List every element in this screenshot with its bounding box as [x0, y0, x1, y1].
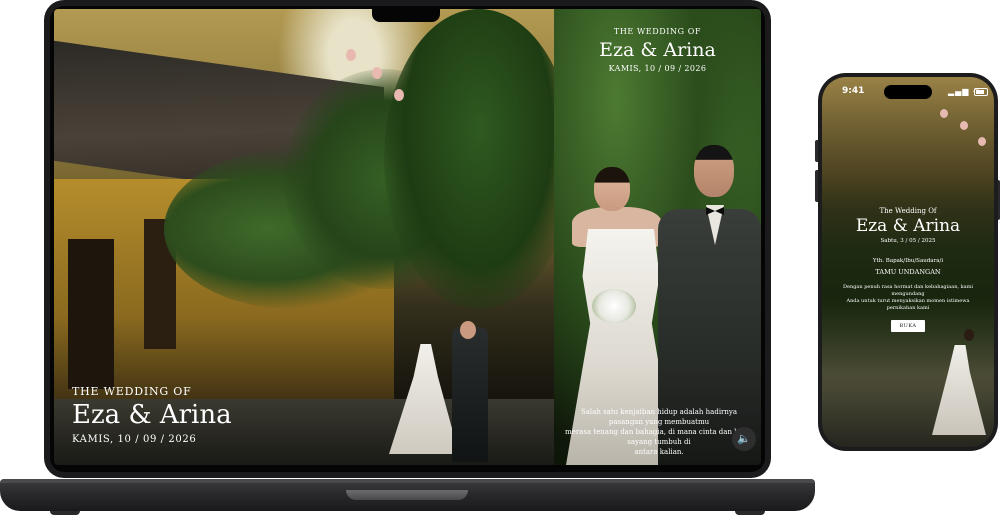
dynamic-island — [884, 85, 932, 99]
phone-names: Eza & Arina — [855, 216, 961, 236]
laptop-base-edge — [0, 479, 815, 483]
laptop-screen: THE WEDDING OF Eza & Arina KAMIS, 10 / 0… — [54, 9, 761, 465]
phone-guest-label: TAMU UNDANGAN — [875, 268, 941, 276]
bouquet — [592, 289, 636, 323]
quote-line: Salah satu kenjaiban hidup adalah hadirn… — [580, 408, 738, 426]
message-line: Dengan penuh rasa hormat dan kebahagiaan… — [843, 284, 973, 297]
laptop-open-notch — [346, 490, 468, 500]
phone-invitation-content: The Wedding Of Eza & Arina Sabtu, 3 / 05… — [822, 207, 994, 332]
lantern-icon — [372, 67, 382, 79]
speaker-icon[interactable]: 🔈 — [732, 427, 756, 451]
bride-head — [594, 167, 630, 211]
lantern-icon — [394, 89, 404, 101]
hero-photo-left: THE WEDDING OF Eza & Arina KAMIS, 10 / 0… — [54, 9, 554, 465]
lantern-icon — [978, 137, 986, 146]
message-line: Anda untuk turut menyaksikan momen istim… — [846, 298, 970, 311]
lantern-icon — [346, 49, 356, 61]
open-invitation-button[interactable]: BUKA — [891, 320, 925, 332]
invitation-panel-right[interactable]: THE WEDDING OF Eza & Arina KAMIS, 10 / 0… — [554, 9, 761, 465]
hero-title-block: THE WEDDING OF Eza & Arina KAMIS, 10 / 0… — [72, 385, 232, 445]
quote-paragraph: Salah satu kenjaiban hidup adalah hadirn… — [564, 407, 754, 457]
hero-date: KAMIS, 10 / 09 / 2026 — [72, 434, 197, 445]
door-shape — [68, 239, 114, 389]
status-time: 9:41 — [842, 86, 865, 96]
groom-head — [694, 145, 734, 197]
lantern-icon — [940, 109, 948, 118]
right-title-block: THE WEDDING OF Eza & Arina KAMIS, 10 / 0… — [554, 27, 761, 73]
hero-names: Eza & Arina — [72, 400, 232, 430]
laptop-foot — [50, 511, 80, 515]
quote-line: antara kalian. — [634, 448, 684, 456]
right-names: Eza & Arina — [599, 39, 716, 61]
phone-kicker: The Wedding Of — [879, 207, 937, 215]
phone-message: Dengan penuh rasa hormat dan kebahagiaan… — [822, 284, 994, 312]
battery-icon — [974, 88, 988, 96]
groom-figure — [452, 327, 488, 462]
quote-line: merasa tenang dan bahagia, di mana cinta… — [565, 428, 753, 446]
right-date: KAMIS, 10 / 09 / 2026 — [608, 64, 707, 73]
laptop-foot — [735, 511, 765, 515]
right-kicker: THE WEDDING OF — [613, 27, 702, 36]
lantern-icon — [960, 121, 968, 130]
phone-date: Sabtu, 3 / 05 / 2025 — [880, 238, 936, 244]
laptop-camera-notch — [372, 9, 440, 22]
hero-kicker: THE WEDDING OF — [72, 385, 192, 398]
bride-figure — [932, 345, 986, 435]
phone-screen: 9:41 ▂▄▆ ◠ The Wedding Of Eza & Arina Sa… — [822, 77, 994, 447]
groom-head — [460, 321, 476, 339]
phone-greeting: Yth. Bapak/Ibu/Saudara/i — [872, 258, 944, 264]
